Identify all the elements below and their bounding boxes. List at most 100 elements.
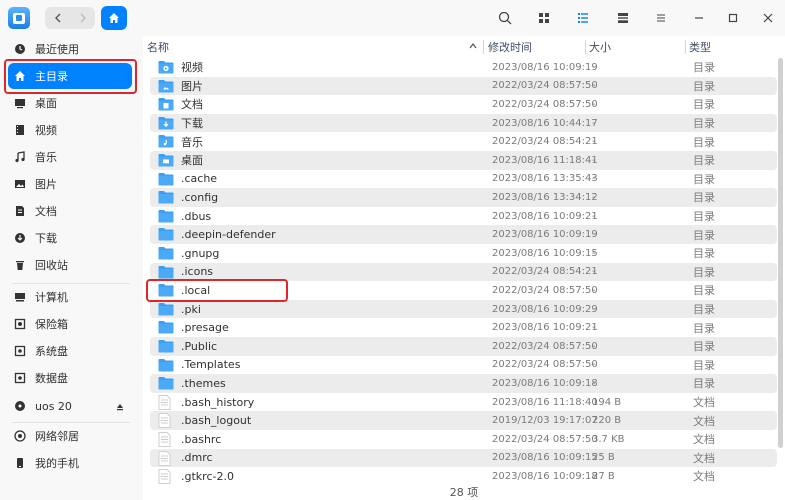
back-button[interactable] [45,7,70,29]
file-type: 目录 [693,247,715,261]
close-button[interactable] [758,8,778,28]
file-row[interactable]: 图片 2022/03/24 08:57:50- 目录 [150,76,777,96]
file-row[interactable]: .gnupg 2023/08/16 10:09:15- 目录 [150,244,777,263]
file-modified-time: 2023/08/16 10:09:15 [492,247,598,259]
file-type: 文档 [693,414,715,428]
sidebar-item-music[interactable]: 音乐 [8,144,132,170]
icon-view-icon [539,13,549,23]
sidebar-item-label: 下载 [35,232,57,245]
detail-view-button[interactable] [613,8,633,28]
sidebar-item-recent[interactable]: 最近使用 [8,36,132,62]
sidebar-item-label: 计算机 [35,291,68,304]
sidebar-item-trash[interactable]: 回收站 [8,252,132,278]
disk-icon [14,372,26,384]
sidebar-item-desktop[interactable]: 桌面 [8,90,132,116]
file-modified-time: 2023/08/16 10:09:21 [492,210,598,222]
sidebar-item-pictures[interactable]: 图片 [8,171,132,197]
file-row[interactable]: .local 2022/03/24 08:57:50- 目录 [150,281,777,300]
sidebar-item-computer[interactable]: 计算机 [8,284,132,310]
file-row[interactable]: .presage 2023/08/16 10:09:21- 目录 [150,318,777,337]
file-row[interactable]: .config 2023/08/16 13:34:12- 目录 [150,188,777,207]
sidebar-item-data-disk[interactable]: 数据盘 [8,365,132,391]
sidebar-item-uos-drive[interactable]: uos 20 [8,393,132,419]
vertical-scrollbar[interactable] [778,58,783,448]
sidebar-item-label: 视频 [35,124,57,137]
column-divider[interactable] [685,40,686,54]
file-modified-time: 2022/03/24 08:57:50 [492,433,598,445]
search-button[interactable] [495,8,515,28]
file-name: .cache [181,172,218,186]
maximize-button[interactable] [723,8,743,28]
file-modified-time: 2023/08/16 11:18:40 [492,396,598,408]
file-row[interactable]: 音乐 2022/03/24 08:54:21- 目录 [150,132,777,151]
file-name: .Public [181,339,218,353]
file-size: - [592,359,596,371]
file-row[interactable]: .cache 2023/08/16 13:35:43- 目录 [150,170,777,189]
file-row[interactable]: .deepin-defender 2023/08/16 10:09:19- 目录 [150,225,777,244]
column-modified[interactable]: 修改时间 [488,36,532,58]
sidebar-item-label: 主目录 [35,70,68,83]
sidebar-item-downloads[interactable]: 下载 [8,225,132,251]
file-type: 目录 [693,228,715,242]
file-row[interactable]: .Public 2022/03/24 08:57:50- 目录 [150,337,777,356]
folder-icon [158,265,174,282]
file-row[interactable]: .dmrc 2023/08/16 10:09:15 25 B 文档 [150,448,777,468]
file-type: 目录 [693,172,715,186]
column-type[interactable]: 类型 [689,36,711,58]
file-row[interactable]: .gtkrc-2.0 2023/08/16 10:09:18 27 B 文档 [150,467,777,486]
file-size: 220 B [592,415,622,427]
column-divider[interactable] [483,40,484,54]
column-name[interactable]: 名称 [147,36,482,58]
icon-view-button[interactable] [534,8,554,28]
file-row[interactable]: .Templates 2022/03/24 08:57:50- 目录 [150,356,777,375]
main-menu-button[interactable] [651,8,671,28]
eject-icon[interactable] [116,401,124,414]
file-modified-time: 2022/03/24 08:54:21 [492,266,598,278]
file-row[interactable]: 桌面 2023/08/16 11:18:41- 目录 [150,151,777,170]
file-row[interactable]: .icons 2022/03/24 08:54:21- 目录 [150,262,777,282]
sidebar-item-documents[interactable]: 文档 [8,198,132,224]
breadcrumb-home-button[interactable] [101,6,127,30]
text-file-icon [158,413,171,431]
file-name: .themes [181,376,226,390]
sidebar-item-label: 保险箱 [35,318,68,331]
file-name: 下载 [181,117,203,131]
maximize-icon [728,13,738,23]
file-row[interactable]: .bash_history 2023/08/16 11:18:40 194 B 文档 [150,393,777,412]
app-logo-icon [8,7,30,29]
sidebar-item-phone[interactable]: 我的手机 [8,450,132,476]
file-row[interactable]: 下载 2023/08/16 10:44:17- 目录 [150,113,777,133]
sidebar-item-label: 文档 [35,205,57,218]
sidebar-item-label: 我的手机 [35,457,79,470]
download-icon [14,232,26,244]
file-row[interactable]: 文档 2022/03/24 08:57:50- 目录 [150,95,777,114]
file-row[interactable]: .dbus 2023/08/16 10:09:21- 目录 [150,207,777,226]
folder-icon [158,339,174,356]
file-type: 目录 [693,117,715,131]
file-modified-time: 2023/08/16 10:09:29 [492,303,598,315]
detail-view-icon [618,13,628,23]
sidebar-item-videos[interactable]: 视频 [8,117,132,143]
file-type: 文档 [693,433,715,447]
file-row[interactable]: .bash_logout 2019/12/03 19:17:07 220 B 文档 [150,411,777,430]
file-row[interactable]: .pki 2023/08/16 10:09:29- 目录 [150,299,777,319]
file-row[interactable]: 视频 2023/08/16 10:09:19- 目录 [150,58,777,77]
file-size: - [592,98,596,110]
column-divider[interactable] [585,40,586,54]
sidebar-item-safe[interactable]: 保险箱 [8,311,132,337]
file-name: .gnupg [181,246,220,260]
sidebar-item-home[interactable]: 主目录 [8,63,132,89]
computer-icon [14,291,26,303]
file-name: 音乐 [181,135,203,149]
text-file-icon [158,432,171,450]
list-view-button[interactable] [573,8,593,28]
forward-button[interactable] [70,7,95,29]
file-row[interactable]: .bashrc 2022/03/24 08:57:50 3.7 KB 文档 [150,430,777,449]
file-name: 桌面 [181,154,203,168]
minimize-button[interactable] [689,8,709,28]
sidebar-item-system-disk[interactable]: 系统盘 [8,338,132,364]
folder-icon [158,190,174,207]
file-row[interactable]: .themes 2023/08/16 10:09:18- 目录 [150,374,777,393]
sidebar-item-network[interactable]: 网络邻居 [8,423,132,449]
column-size[interactable]: 大小 [589,36,611,58]
